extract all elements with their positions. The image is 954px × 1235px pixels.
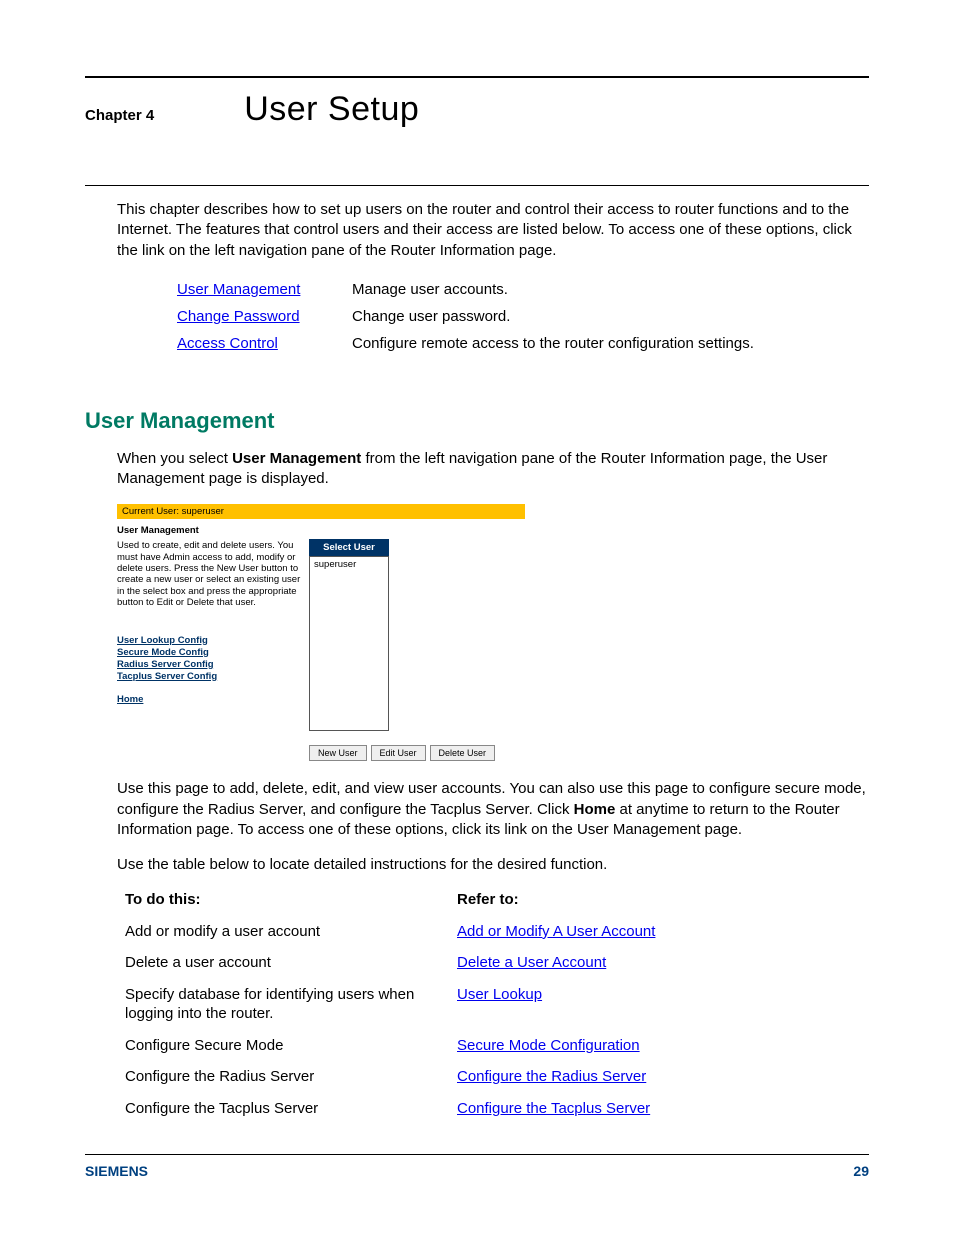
nav-desc: Manage user accounts. xyxy=(352,281,869,298)
mini-nav-links: User Lookup Config Secure Mode Config Ra… xyxy=(117,635,303,705)
footer-rule xyxy=(85,1154,869,1155)
mini-heading: User Management xyxy=(117,525,303,536)
page-number: 29 xyxy=(853,1163,869,1179)
ref-link-delete-user[interactable]: Delete a User Account xyxy=(457,954,606,971)
bold-run: User Management xyxy=(232,450,361,467)
ref-cell-a: Add or modify a user account xyxy=(125,922,457,942)
section-paragraph: Use this page to add, delete, edit, and … xyxy=(85,779,869,840)
header-separator xyxy=(85,185,869,186)
ref-head-refer: Refer to: xyxy=(457,890,869,910)
delete-user-button[interactable]: Delete User xyxy=(430,745,496,761)
ref-cell-a: Delete a user account xyxy=(125,953,457,973)
ref-cell-a: Specify database for identifying users w… xyxy=(125,985,457,1024)
embedded-screenshot: Current User: superuser User Management … xyxy=(117,504,525,761)
nav-link-access-control[interactable]: Access Control xyxy=(177,335,352,352)
mini-left-pane: User Management Used to create, edit and… xyxy=(117,519,309,761)
mini-select-item[interactable]: superuser xyxy=(314,559,384,570)
ref-link-tacplus-server[interactable]: Configure the Tacplus Server xyxy=(457,1100,650,1117)
mini-link-home[interactable]: Home xyxy=(117,694,303,705)
nav-desc: Change user password. xyxy=(352,308,869,325)
footer-brand: SIEMENS xyxy=(85,1163,148,1179)
edit-user-button[interactable]: Edit User xyxy=(371,745,426,761)
ref-link-secure-mode[interactable]: Secure Mode Configuration xyxy=(457,1037,640,1054)
mini-select-list[interactable]: superuser xyxy=(309,556,389,731)
new-user-button[interactable]: New User xyxy=(309,745,367,761)
section-heading-user-management: User Management xyxy=(85,408,869,434)
text-run: When you select xyxy=(117,450,232,467)
mini-current-user-bar: Current User: superuser xyxy=(117,504,525,519)
mini-link-radius-server-config[interactable]: Radius Server Config xyxy=(117,659,303,670)
mini-description: Used to create, edit and delete users. Y… xyxy=(117,540,303,608)
ref-cell-a: Configure Secure Mode xyxy=(125,1036,457,1056)
ref-head-todo: To do this: xyxy=(125,890,457,910)
nav-feature-table: User Management Manage user accounts. Ch… xyxy=(85,281,869,352)
ref-cell-a: Configure the Tacplus Server xyxy=(125,1099,457,1119)
mini-select-user: Select User superuser xyxy=(309,539,389,731)
mini-link-user-lookup-config[interactable]: User Lookup Config xyxy=(117,635,303,646)
page-footer: SIEMENS 29 xyxy=(85,1154,869,1179)
mini-select-header: Select User xyxy=(309,539,389,556)
intro-paragraph: This chapter describes how to set up use… xyxy=(85,200,869,261)
nav-link-change-password[interactable]: Change Password xyxy=(177,308,352,325)
reference-table: To do this: Refer to: Add or modify a us… xyxy=(85,890,869,1118)
mini-link-tacplus-server-config[interactable]: Tacplus Server Config xyxy=(117,671,303,682)
section-paragraph: Use the table below to locate detailed i… xyxy=(85,855,869,875)
top-rule xyxy=(85,76,869,78)
nav-desc: Configure remote access to the router co… xyxy=(352,335,869,352)
section-paragraph: When you select User Management from the… xyxy=(85,449,869,490)
ref-link-user-lookup[interactable]: User Lookup xyxy=(457,986,542,1003)
chapter-title: User Setup xyxy=(244,90,419,129)
bold-run: Home xyxy=(574,801,616,818)
ref-cell-a: Configure the Radius Server xyxy=(125,1067,457,1087)
ref-link-radius-server[interactable]: Configure the Radius Server xyxy=(457,1068,646,1085)
nav-link-user-management[interactable]: User Management xyxy=(177,281,352,298)
chapter-label: Chapter 4 xyxy=(85,107,154,124)
chapter-header: Chapter 4 User Setup xyxy=(85,90,869,129)
ref-link-add-modify-user[interactable]: Add or Modify A User Account xyxy=(457,923,655,940)
document-page: Chapter 4 User Setup This chapter descri… xyxy=(0,0,954,1235)
mini-link-secure-mode-config[interactable]: Secure Mode Config xyxy=(117,647,303,658)
